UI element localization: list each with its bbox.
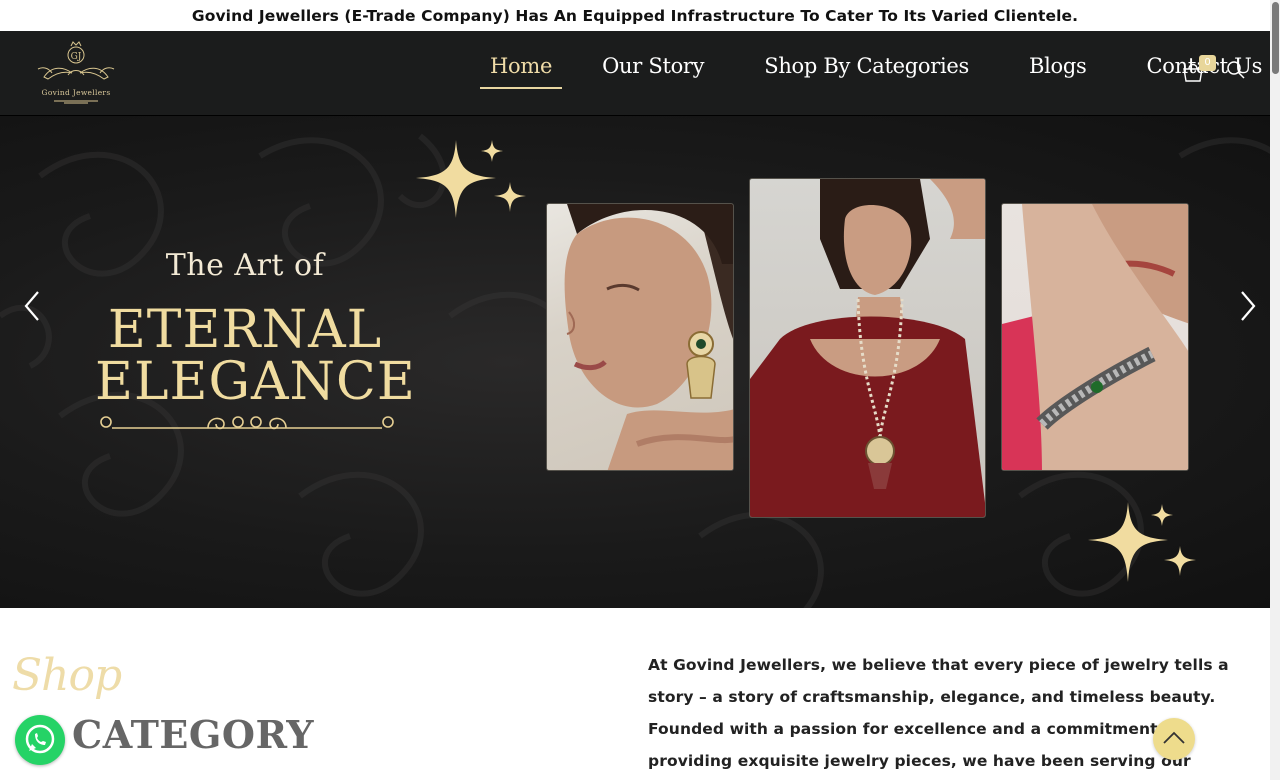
ornament-divider <box>100 416 394 430</box>
svg-text:GJ: GJ <box>71 52 82 62</box>
page-scrollbar[interactable] <box>1270 0 1280 780</box>
about-paragraph: At Govind Jewellers, we believe that eve… <box>648 656 1229 770</box>
search-icon[interactable] <box>1226 60 1246 80</box>
whatsapp-button[interactable] <box>15 715 65 765</box>
scrollbar-thumb[interactable] <box>1272 2 1279 74</box>
earring-model-photo <box>546 203 734 471</box>
hero-title-line-2: ELEGANCE <box>95 352 416 412</box>
logo-text: Govind Jewellers <box>41 88 111 97</box>
prev-slide-arrow[interactable] <box>18 288 48 324</box>
hero-subtitle: The Art of <box>165 248 325 283</box>
hero-slider: The Art of ETERNAL ELEGANCE <box>0 116 1270 608</box>
main-nav: Home Our Story Shop By Categories Blogs Cont… <box>480 51 1280 91</box>
necklace-model-photo <box>749 178 986 518</box>
nav-item-shop-by-categories[interactable]: Shop By Categories <box>754 51 979 89</box>
chevron-up-icon <box>1163 731 1185 744</box>
announcement-bar: Govind Jewellers (E-Trade Company) Has A… <box>0 0 1270 31</box>
next-slide-arrow[interactable] <box>1232 288 1262 324</box>
sparkle-icon <box>1088 502 1196 582</box>
nav-item-home[interactable]: Home <box>480 51 563 89</box>
shop-script-label: Shop <box>12 650 122 701</box>
category-heading: CATEGORY <box>72 712 314 757</box>
site-header: GJ Govind Jewellers Home Our Story Shop By… <box>0 31 1270 116</box>
cart-count-badge[interactable]: 0 <box>1199 55 1216 71</box>
bracelet-model-photo <box>1001 203 1189 471</box>
nav-item-blogs[interactable]: Blogs <box>1019 51 1097 89</box>
hero-title-line-1: ETERNAL <box>107 300 383 360</box>
sparkle-icon <box>416 140 526 218</box>
whatsapp-icon <box>25 724 55 754</box>
scroll-to-top-button[interactable] <box>1153 718 1195 760</box>
nav-item-our-story[interactable]: Our Story <box>592 51 714 89</box>
